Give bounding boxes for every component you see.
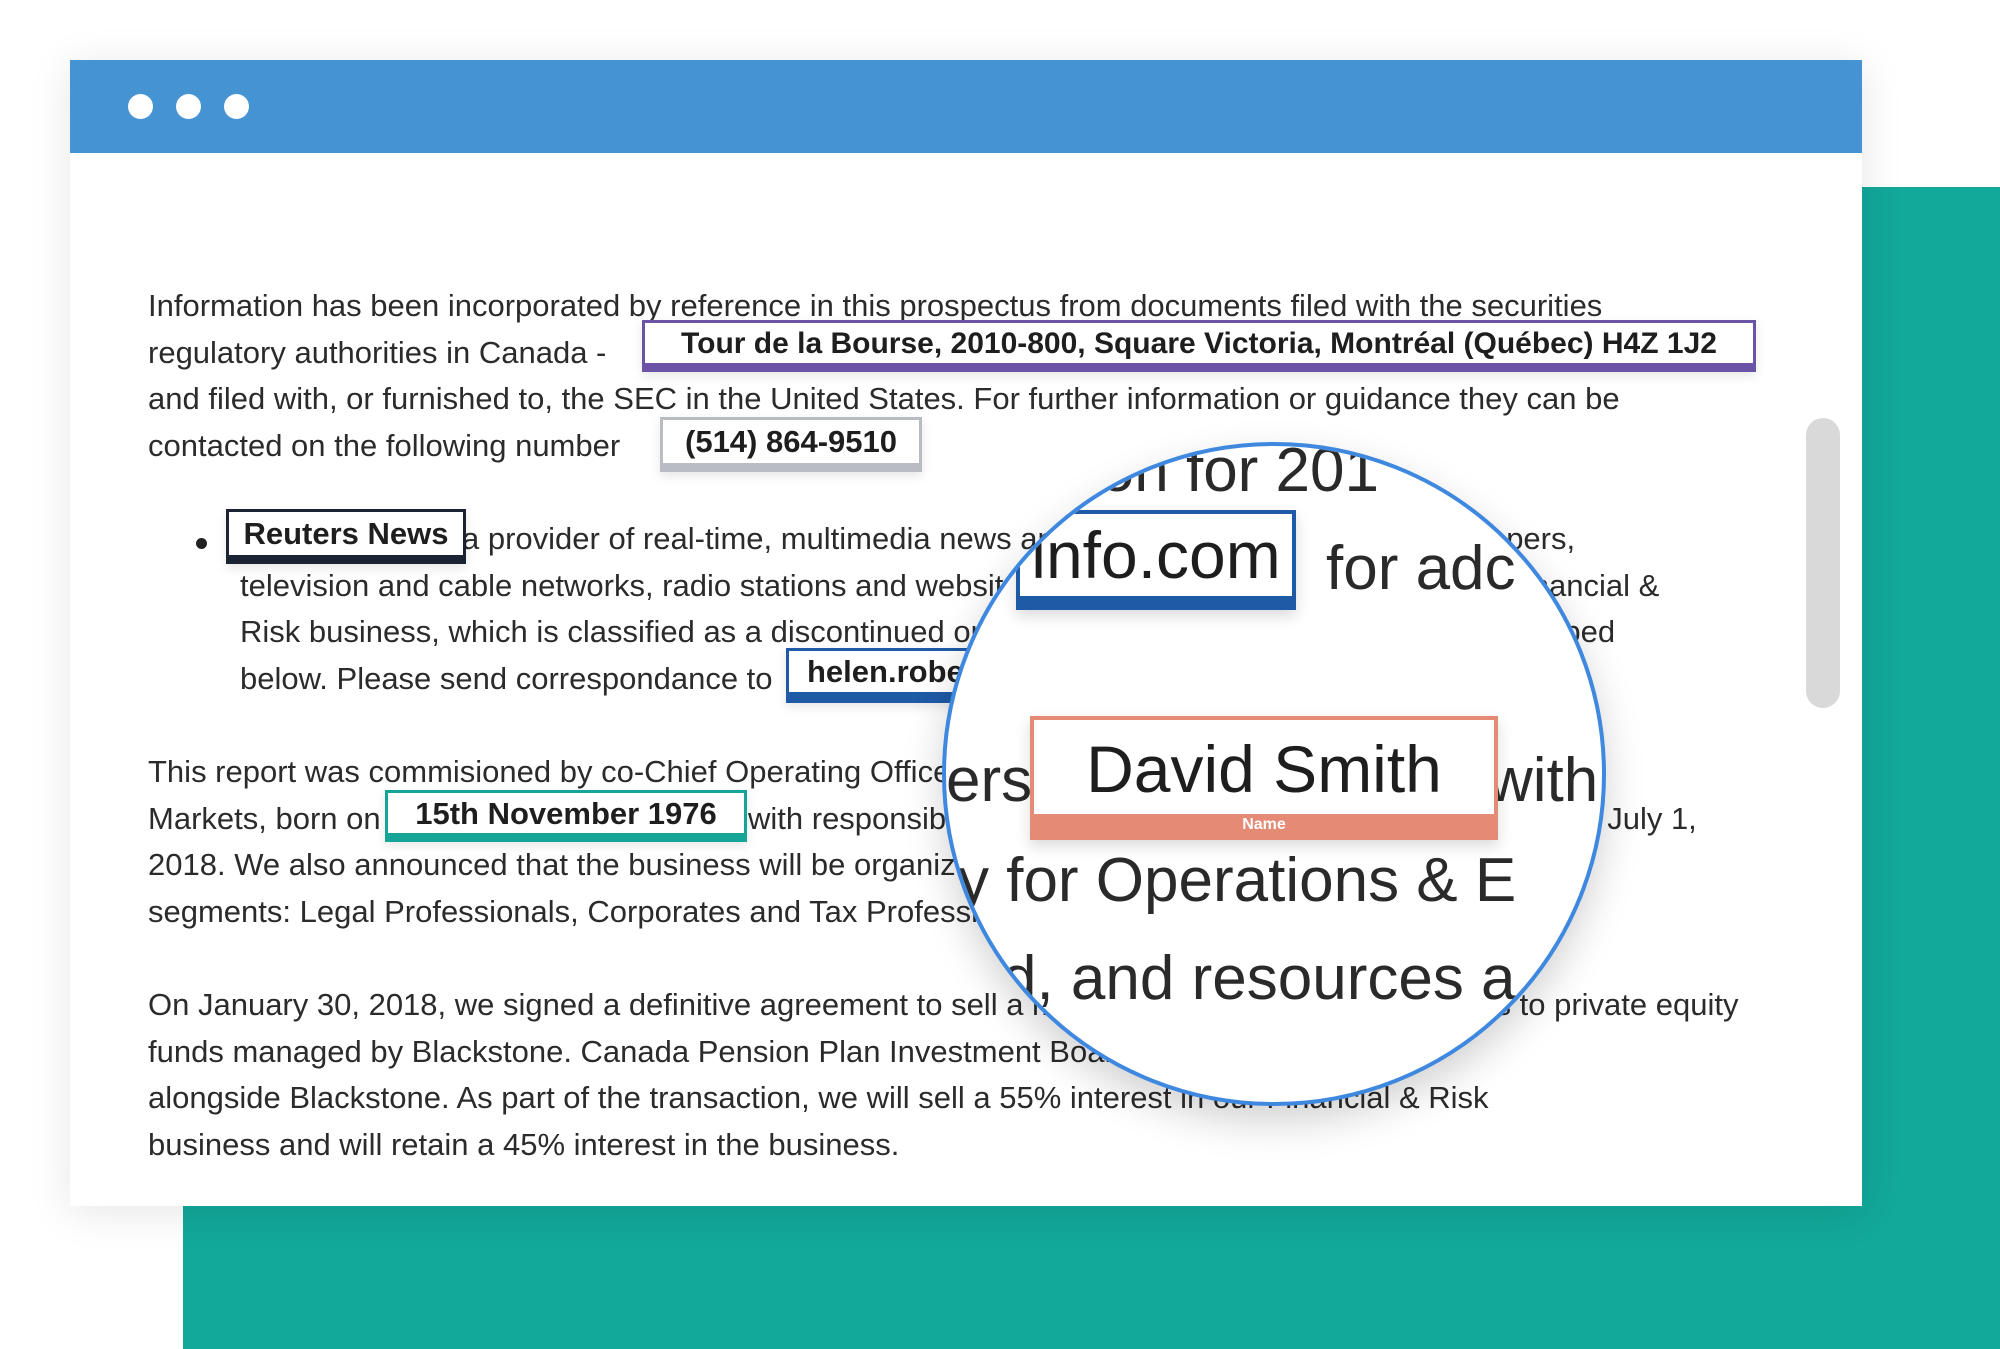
bullet-point <box>196 538 207 549</box>
text-line: contacted on the following number <box>148 428 621 463</box>
name-tag[interactable]: David Smith Name <box>1030 716 1498 840</box>
window-dot-icon[interactable] <box>128 94 153 119</box>
magnified-text: ion for 201 <box>1086 442 1379 505</box>
text-line: segments: Legal Professionals, Corporate… <box>148 894 1061 929</box>
name-tag-label: Name <box>1034 814 1494 836</box>
text-line: below. Please send correspondance to <box>240 661 773 696</box>
window-dot-icon[interactable] <box>176 94 201 119</box>
browser-window: Information has been incorporated by ref… <box>70 60 1862 1206</box>
date-tag[interactable]: 15th November 1976 <box>385 790 747 842</box>
text-line: regulatory authorities in Canada - <box>148 335 607 370</box>
text-line: business and will retain a 45% interest … <box>148 1127 900 1162</box>
magnified-text: als <box>1042 1042 1122 1106</box>
magnified-text: for adc <box>1326 534 1516 603</box>
text-line: Markets, born on <box>148 801 381 836</box>
organization-tag[interactable]: Reuters News <box>226 509 466 564</box>
name-tag-value: David Smith <box>1086 732 1442 806</box>
magnified-email-tag[interactable]: info.com <box>1016 510 1296 610</box>
magnified-text: with <box>1488 746 1599 815</box>
window-dot-icon[interactable] <box>224 94 249 119</box>
phone-tag[interactable]: (514) 864-9510 <box>660 417 922 472</box>
scrollbar-thumb[interactable] <box>1806 418 1840 708</box>
magnified-text: y for Operations & E <box>958 846 1517 915</box>
magnified-text: ers <box>946 746 1033 815</box>
window-titlebar <box>70 60 1862 153</box>
magnifier-lens: ion for 201 for adc ers with y for Opera… <box>942 442 1606 1106</box>
text-line: and filed with, or furnished to, the SEC… <box>148 381 1620 416</box>
address-tag[interactable]: Tour de la Bourse, 2010-800, Square Vict… <box>642 320 1756 372</box>
magnified-text: d, and resources a <box>1002 944 1516 1013</box>
